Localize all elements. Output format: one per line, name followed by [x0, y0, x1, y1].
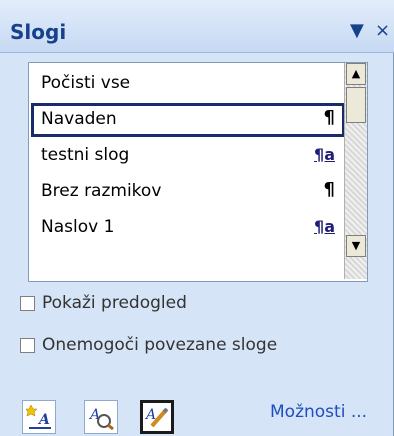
linked-style-icon: ¶a — [314, 217, 335, 236]
show-preview-label: Pokaži predogled — [42, 293, 187, 313]
disable-linked-styles-checkbox[interactable]: Onemogoči povezane sloge — [20, 334, 340, 358]
style-item-heading-1[interactable]: Naslov 1 ¶a — [31, 211, 345, 245]
manage-styles-icon: A — [144, 407, 169, 428]
style-item-normal[interactable]: Navaden ¶ — [31, 103, 345, 137]
style-item-label: Brez razmikov — [41, 181, 162, 201]
style-item-label: testni slog — [41, 145, 130, 165]
style-item-label: Naslov 1 — [41, 217, 115, 237]
scroll-up-icon[interactable]: ▲ — [346, 63, 366, 85]
show-preview-checkbox[interactable]: Pokaži predogled — [20, 292, 340, 316]
pane-close-icon[interactable]: × — [375, 20, 390, 41]
linked-style-icon: ¶a — [314, 145, 335, 164]
options-link[interactable]: Možnosti ... — [270, 402, 367, 422]
paragraph-mark-icon: ¶ — [323, 179, 335, 200]
scroll-thumb[interactable] — [346, 87, 366, 123]
style-item-label: Navaden — [41, 109, 117, 129]
scroll-down-icon[interactable]: ▼ — [346, 235, 366, 257]
manage-styles-button[interactable]: A — [140, 400, 174, 434]
style-item-test[interactable]: testni slog ¶a — [31, 139, 345, 173]
style-inspector-icon: A — [88, 407, 114, 430]
style-item-label: Počisti vse — [41, 73, 131, 93]
style-item-no-spacing[interactable]: Brez razmikov ¶ — [31, 175, 345, 209]
styles-pane: Slogi ▼ × Počisti vse Navaden ¶ testni s… — [0, 0, 394, 436]
styles-scrollbar[interactable]: ▲ ▼ — [344, 63, 367, 279]
checkbox-box[interactable] — [20, 338, 35, 353]
pane-dropdown-icon[interactable]: ▼ — [350, 20, 364, 41]
paragraph-mark-icon: ¶ — [323, 107, 335, 128]
new-style-icon: A — [26, 404, 51, 429]
pane-header: Slogi ▼ × — [0, 0, 394, 53]
styles-list: Počisti vse Navaden ¶ testni slog ¶a Bre… — [28, 62, 368, 282]
checkbox-box[interactable] — [20, 296, 35, 311]
style-item-clear-all[interactable]: Počisti vse — [31, 67, 345, 101]
style-inspector-button[interactable]: A — [84, 400, 118, 434]
new-style-button[interactable]: A — [22, 400, 56, 434]
svg-text:A: A — [37, 412, 50, 428]
disable-linked-styles-label: Onemogoči povezane sloge — [42, 335, 278, 355]
pane-title: Slogi — [10, 20, 67, 44]
